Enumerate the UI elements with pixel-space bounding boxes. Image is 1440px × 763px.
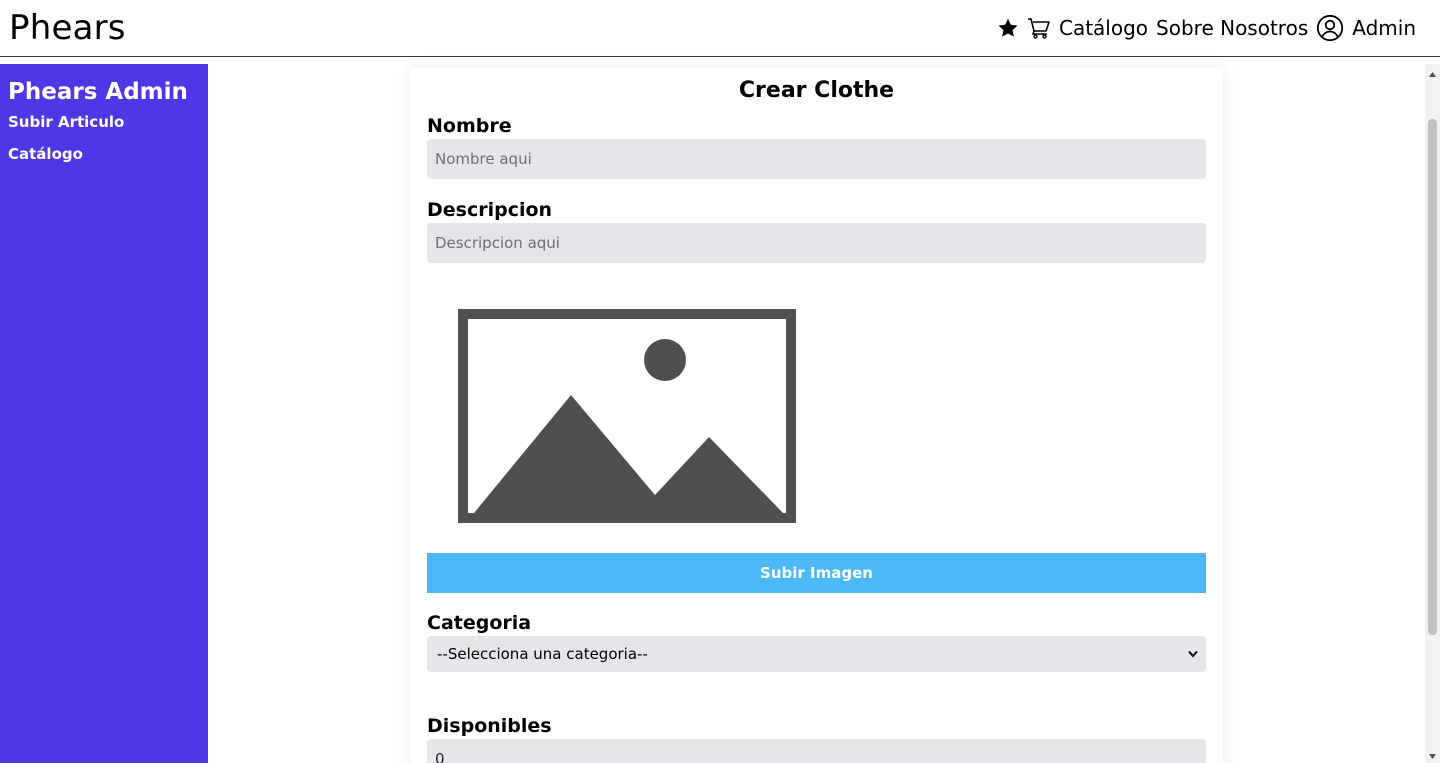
categoria-label: Categoria — [427, 612, 532, 634]
nav-link-admin[interactable]: Admin — [1352, 13, 1416, 43]
descripcion-label: Descripcion — [427, 199, 553, 221]
disponibles-group: Disponibles — [427, 713, 1206, 763]
scrollbar-thumb[interactable] — [1428, 119, 1437, 635]
categoria-selected-value: --Selecciona una categoria-- — [437, 645, 648, 663]
nombre-group: Nombre — [427, 113, 1206, 179]
admin-sidebar: Phears Admin Subir Articulo Catálogo — [0, 64, 208, 763]
user-circle-icon[interactable] — [1316, 14, 1344, 42]
categoria-select[interactable]: --Selecciona una categoria-- — [427, 636, 1206, 672]
descripcion-input[interactable] — [427, 223, 1206, 263]
sidebar-item-subir-articulo[interactable]: Subir Articulo — [8, 106, 200, 138]
image-placeholder-icon — [458, 309, 796, 523]
scroll-up-arrow-icon[interactable] — [1428, 70, 1437, 79]
chevron-down-icon — [1188, 650, 1198, 658]
star-icon[interactable] — [997, 17, 1019, 39]
create-clothe-form: Crear Clothe Nombre Descripcion Subir Im… — [410, 68, 1223, 763]
nav-link-about[interactable]: Sobre Nosotros — [1156, 13, 1308, 43]
page-scrollbar[interactable] — [1425, 64, 1440, 763]
cart-icon[interactable] — [1027, 17, 1051, 39]
sidebar-title: Phears Admin — [8, 79, 188, 105]
form-title: Crear Clothe — [738, 78, 895, 103]
upload-image-button[interactable]: Subir Imagen — [427, 553, 1206, 593]
top-navbar: Phears Catálogo Sobre Nosotros Admin — [0, 0, 1440, 57]
image-preview-area — [427, 263, 1206, 553]
categoria-group: Categoria --Selecciona una categoria-- — [427, 610, 1206, 672]
scroll-down-arrow-icon[interactable] — [1428, 752, 1437, 761]
disponibles-label: Disponibles — [427, 715, 552, 737]
nav-link-catalog[interactable]: Catálogo — [1059, 13, 1148, 43]
nombre-label: Nombre — [427, 115, 512, 137]
disponibles-input[interactable] — [427, 739, 1206, 763]
nombre-input[interactable] — [427, 139, 1206, 179]
brand-logo[interactable]: Phears — [9, 6, 126, 50]
navbar-links: Catálogo Sobre Nosotros Admin — [997, 13, 1416, 43]
sidebar-item-catalogo[interactable]: Catálogo — [8, 138, 200, 170]
descripcion-group: Descripcion — [427, 197, 1206, 263]
